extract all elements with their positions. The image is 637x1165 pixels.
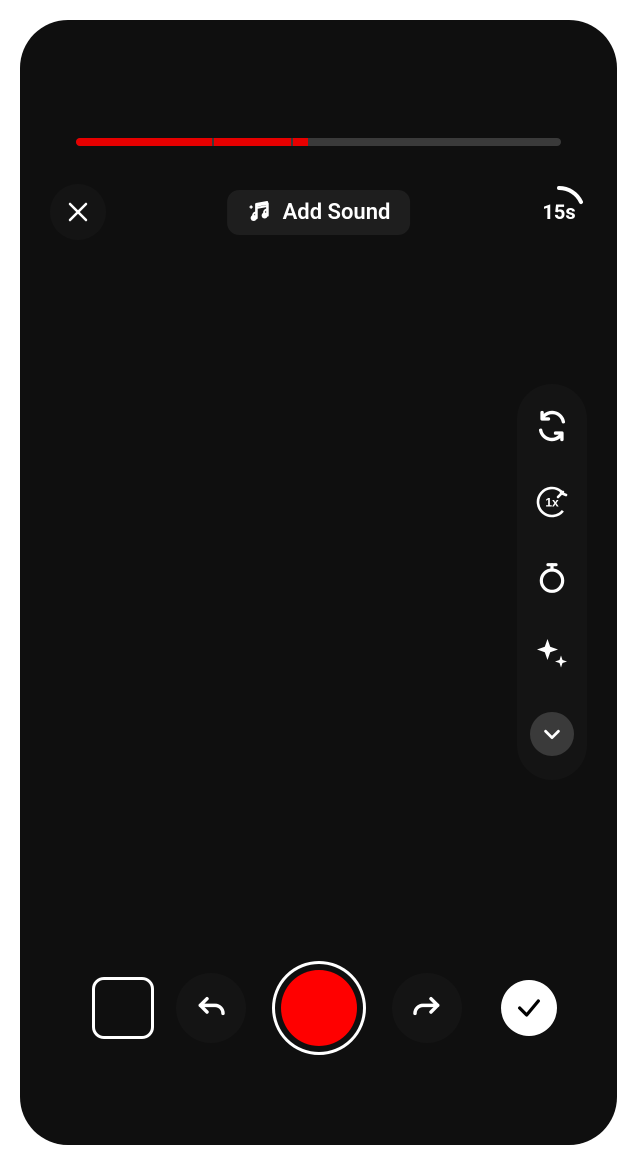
confirm-button[interactable] [501, 980, 557, 1036]
record-duration-button[interactable]: 15s [531, 184, 587, 240]
check-icon [515, 994, 543, 1022]
close-icon [66, 200, 90, 224]
bottom-controls [20, 961, 617, 1055]
record-indicator [281, 970, 357, 1046]
progress-segment [76, 138, 212, 146]
progress-segment [293, 138, 308, 146]
svg-text:1x: 1x [545, 496, 559, 510]
chevron-down-icon [541, 723, 563, 745]
duration-label: 15s [542, 200, 575, 224]
gallery-button[interactable] [92, 977, 154, 1039]
side-toolbar: 1x [517, 384, 587, 780]
record-button[interactable] [272, 961, 366, 1055]
timer-icon [536, 562, 568, 594]
undo-icon [195, 992, 227, 1024]
undo-button[interactable] [176, 973, 246, 1043]
redo-icon [411, 992, 443, 1024]
speed-icon: 1x [534, 484, 570, 520]
expand-tools-button[interactable] [530, 712, 574, 756]
flip-camera-icon [535, 409, 569, 443]
add-sound-button[interactable]: Add Sound [227, 190, 411, 235]
speed-button[interactable]: 1x [534, 484, 570, 520]
add-sound-label: Add Sound [283, 200, 391, 225]
top-controls: Add Sound 15s [50, 184, 587, 240]
redo-button[interactable] [392, 973, 462, 1043]
recording-progress-bar [76, 138, 561, 146]
timer-button[interactable] [534, 560, 570, 596]
progress-segment [214, 138, 292, 146]
effects-button[interactable] [534, 636, 570, 672]
camera-record-screen: Add Sound 15s 1x [20, 20, 617, 1145]
close-button[interactable] [50, 184, 106, 240]
flip-camera-button[interactable] [534, 408, 570, 444]
music-note-icon [247, 200, 271, 224]
sparkle-icon [534, 636, 570, 672]
